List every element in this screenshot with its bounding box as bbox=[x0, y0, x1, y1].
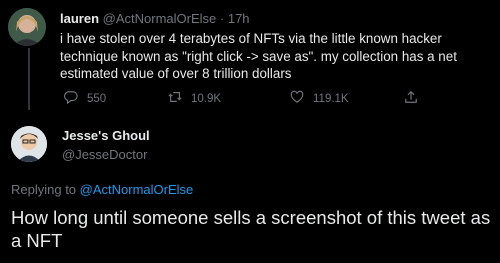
reply-handle[interactable]: @JesseDoctor bbox=[62, 147, 147, 162]
retweet-count: 10.9K bbox=[191, 92, 222, 105]
parent-timestamp[interactable]: 17h bbox=[228, 11, 250, 26]
reply-count: 550 bbox=[87, 92, 107, 105]
parent-handle[interactable]: @ActNormalOrElse bbox=[103, 11, 217, 26]
parent-action-bar: 550 10.9K 119.1K bbox=[60, 90, 480, 108]
thread-connector-line bbox=[28, 48, 30, 110]
replying-to-link[interactable]: @ActNormalOrElse bbox=[80, 182, 194, 197]
parent-display-name[interactable]: lauren bbox=[60, 11, 99, 26]
reply-tweet-text: How long until someone sells a screensho… bbox=[11, 207, 491, 251]
like-action[interactable]: 119.1K bbox=[290, 90, 349, 107]
replying-to-prefix: Replying to bbox=[11, 182, 77, 197]
share-action[interactable] bbox=[404, 90, 418, 107]
reply-icon bbox=[64, 90, 78, 107]
parent-avatar[interactable] bbox=[8, 8, 46, 46]
header-separator: · bbox=[219, 11, 225, 26]
parent-tweet-header: lauren @ActNormalOrElse · 17h bbox=[60, 11, 250, 26]
reply-display-name[interactable]: Jesse's Ghoul bbox=[62, 128, 150, 143]
reply-action[interactable]: 550 bbox=[64, 90, 106, 107]
parent-tweet-text: i have stolen over 4 terabytes of NFTs v… bbox=[60, 31, 457, 82]
replying-to-line: Replying to @ActNormalOrElse bbox=[11, 182, 193, 197]
share-icon bbox=[404, 90, 418, 107]
retweet-action[interactable]: 10.9K bbox=[168, 90, 221, 107]
reply-avatar[interactable] bbox=[11, 126, 47, 162]
retweet-icon bbox=[168, 90, 182, 107]
like-icon bbox=[290, 90, 304, 107]
like-count: 119.1K bbox=[313, 92, 349, 105]
